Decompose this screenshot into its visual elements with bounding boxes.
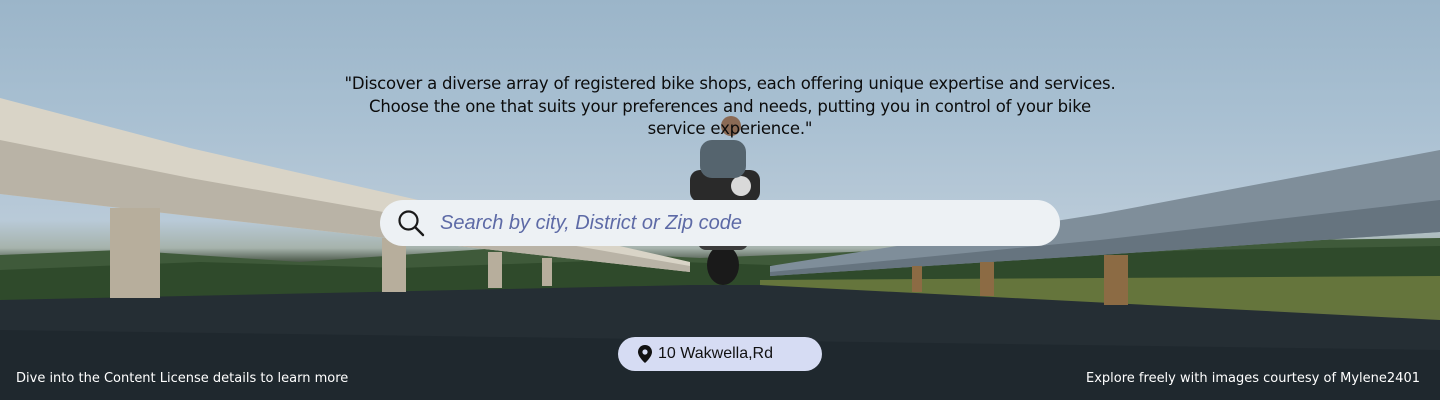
location-button[interactable]: 10 Wakwella,Rd (618, 337, 822, 371)
search-bar[interactable] (380, 200, 1060, 246)
map-pin-icon (638, 345, 652, 363)
image-credit-link[interactable]: Explore freely with images courtesy of M… (1086, 371, 1420, 386)
hero-banner: "Discover a diverse array of registered … (0, 0, 1440, 400)
search-icon[interactable] (396, 208, 426, 238)
content-license-link[interactable]: Dive into the Content License details to… (16, 371, 348, 386)
search-input[interactable] (440, 203, 1040, 243)
location-label: 10 Wakwella,Rd (658, 345, 774, 362)
hero-quote: "Discover a diverse array of registered … (344, 74, 1116, 138)
